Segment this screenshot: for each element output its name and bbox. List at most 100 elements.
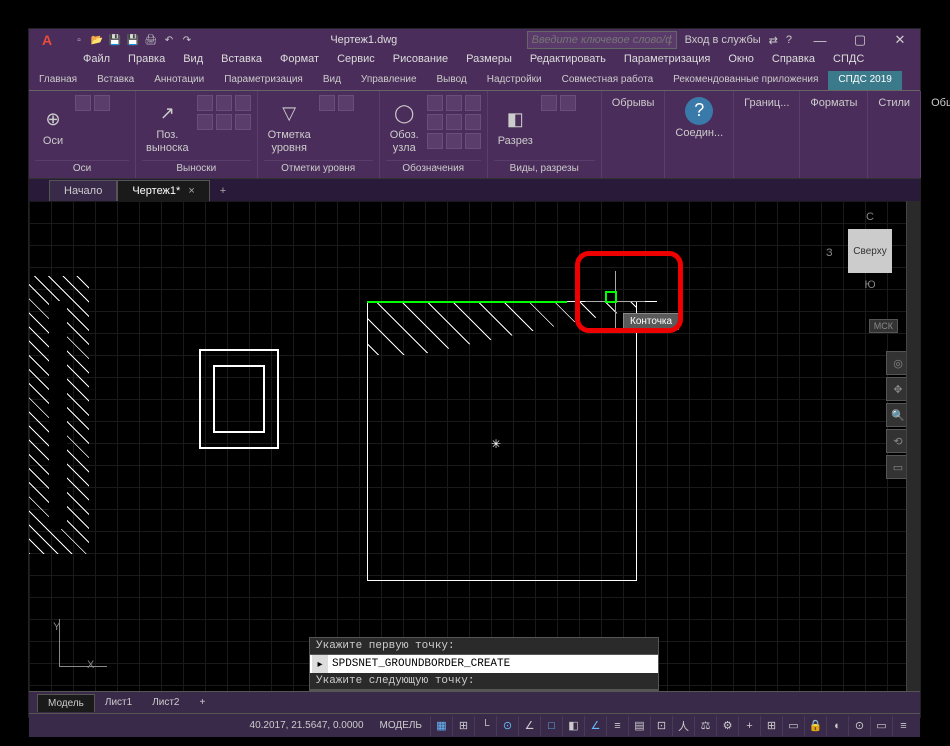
- menu-format[interactable]: Формат: [272, 51, 327, 71]
- 3dosnap-toggle-icon[interactable]: ◧: [562, 716, 584, 736]
- small-btn[interactable]: [75, 95, 91, 111]
- undo-icon[interactable]: ↶: [161, 32, 177, 48]
- save-icon[interactable]: 💾: [107, 32, 123, 48]
- command-line[interactable]: Укажите первую точку: ▸ Укажите следующу…: [309, 637, 659, 691]
- status-model-button[interactable]: МОДЕЛЬ: [372, 718, 430, 733]
- menu-draw[interactable]: Рисование: [385, 51, 456, 71]
- menu-dimension[interactable]: Размеры: [458, 51, 520, 71]
- exchange-icon[interactable]: ⇄: [769, 34, 778, 47]
- compass-south[interactable]: Ю: [830, 279, 910, 291]
- transparency-toggle-icon[interactable]: ▤: [628, 716, 650, 736]
- maximize-button[interactable]: ▢: [840, 29, 880, 51]
- formats-button[interactable]: Форматы: [806, 95, 861, 111]
- small-btn[interactable]: [446, 114, 462, 130]
- styles-button[interactable]: Стили: [874, 95, 914, 111]
- doc-tab-start[interactable]: Начало: [49, 180, 117, 201]
- layout-tab-sheet1[interactable]: Лист1: [95, 694, 142, 711]
- cleanscreen-icon[interactable]: ▭: [870, 716, 892, 736]
- menu-edit[interactable]: Правка: [120, 51, 173, 71]
- leader-button[interactable]: ↗Поз. выноска: [142, 95, 193, 158]
- menu-parametric[interactable]: Параметризация: [616, 51, 718, 71]
- small-btn[interactable]: [197, 114, 213, 130]
- otrack-toggle-icon[interactable]: ∠: [584, 716, 606, 736]
- small-btn[interactable]: [465, 95, 481, 111]
- small-btn[interactable]: [541, 95, 557, 111]
- small-btn[interactable]: [235, 95, 251, 111]
- connections-button[interactable]: ?Соедин...: [671, 95, 727, 141]
- ribbon-tab-home[interactable]: Главная: [29, 71, 87, 90]
- new-tab-button[interactable]: +: [210, 181, 236, 201]
- compass-west[interactable]: З: [826, 247, 833, 259]
- redo-icon[interactable]: ↷: [179, 32, 195, 48]
- menu-window[interactable]: Окно: [720, 51, 762, 71]
- iso-toggle-icon[interactable]: ∠: [518, 716, 540, 736]
- app-menu-icon[interactable]: A: [29, 29, 65, 51]
- small-btn[interactable]: [197, 95, 213, 111]
- borders-button[interactable]: Границ...: [740, 95, 793, 111]
- minimize-button[interactable]: —: [800, 29, 840, 51]
- small-btn[interactable]: [427, 114, 443, 130]
- menu-modify[interactable]: Редактировать: [522, 51, 614, 71]
- small-btn[interactable]: [319, 95, 335, 111]
- lineweight-toggle-icon[interactable]: ≡: [606, 716, 628, 736]
- annoscale-icon[interactable]: ⚖: [694, 716, 716, 736]
- grid-toggle-icon[interactable]: ▦: [430, 716, 452, 736]
- section-button[interactable]: ◧Разрез: [494, 95, 537, 158]
- layout-tab-sheet2[interactable]: Лист2: [142, 694, 189, 711]
- lock-ui-icon[interactable]: 🔒: [804, 716, 826, 736]
- ribbon-tab-parametric[interactable]: Параметризация: [214, 71, 313, 90]
- layout-tab-add[interactable]: +: [190, 694, 216, 711]
- small-btn[interactable]: [216, 95, 232, 111]
- ribbon-tab-manage[interactable]: Управление: [351, 71, 427, 90]
- units-icon[interactable]: ⊞: [760, 716, 782, 736]
- menu-view[interactable]: Вид: [175, 51, 211, 71]
- compass-north[interactable]: С: [830, 211, 910, 223]
- viewcube-top-face[interactable]: Сверху: [848, 229, 892, 273]
- ribbon-tab-view[interactable]: Вид: [313, 71, 351, 90]
- small-btn[interactable]: [235, 114, 251, 130]
- menu-help[interactable]: Справка: [764, 51, 823, 71]
- osnap-toggle-icon[interactable]: □: [540, 716, 562, 736]
- cycling-toggle-icon[interactable]: ⊡: [650, 716, 672, 736]
- annotation-toggle-icon[interactable]: 人: [672, 716, 694, 736]
- small-btn[interactable]: [338, 95, 354, 111]
- close-button[interactable]: ✕: [880, 29, 920, 51]
- ortho-toggle-icon[interactable]: └: [474, 716, 496, 736]
- layout-tab-model[interactable]: Модель: [37, 694, 95, 712]
- small-btn[interactable]: [560, 95, 576, 111]
- ribbon-tab-annotate[interactable]: Аннотации: [144, 71, 214, 90]
- ribbon-tab-featured[interactable]: Рекомендованные приложения: [663, 71, 828, 90]
- menu-tools[interactable]: Сервис: [329, 51, 383, 71]
- customize-icon[interactable]: ≡: [892, 716, 914, 736]
- small-btn[interactable]: [427, 95, 443, 111]
- wcs-label[interactable]: МСК: [869, 319, 898, 333]
- signin-button[interactable]: Вход в службы: [685, 34, 761, 46]
- node-button[interactable]: ◯Обоз. узла: [386, 95, 423, 158]
- menu-spds[interactable]: СПДС: [825, 51, 872, 71]
- menu-insert[interactable]: Вставка: [213, 51, 270, 71]
- new-icon[interactable]: ▫: [71, 32, 87, 48]
- drawing-canvas[interactable]: ✳ Конточка С З В Сверху Ю МСК ◎ ✥ 🔍 ⟲ ▭ …: [29, 201, 920, 691]
- ribbon-tab-addins[interactable]: Надстройки: [477, 71, 552, 90]
- quickprops-icon[interactable]: ▭: [782, 716, 804, 736]
- small-btn[interactable]: [446, 95, 462, 111]
- menu-file[interactable]: Файл: [75, 51, 118, 71]
- plot-icon[interactable]: 🖨: [143, 32, 159, 48]
- search-input[interactable]: [527, 31, 677, 49]
- small-btn[interactable]: [446, 133, 462, 149]
- close-tab-icon[interactable]: ×: [188, 185, 194, 197]
- annomonitor-icon[interactable]: +: [738, 716, 760, 736]
- level-button[interactable]: ▽Отметка уровня: [264, 95, 315, 158]
- viewcube[interactable]: С З В Сверху Ю: [830, 211, 910, 311]
- cmd-prompt-icon[interactable]: ▸: [312, 655, 328, 673]
- small-btn[interactable]: [94, 95, 110, 111]
- isolate-icon[interactable]: ◐: [826, 716, 848, 736]
- saveas-icon[interactable]: 💾: [125, 32, 141, 48]
- vertical-scrollbar[interactable]: [906, 201, 920, 691]
- hardware-icon[interactable]: ⊙: [848, 716, 870, 736]
- axes-button[interactable]: ⊕Оси: [35, 95, 71, 158]
- ribbon-tab-collaborate[interactable]: Совместная работа: [552, 71, 664, 90]
- ribbon-tab-output[interactable]: Вывод: [427, 71, 477, 90]
- ribbon-tab-insert[interactable]: Вставка: [87, 71, 144, 90]
- help-icon[interactable]: ?: [786, 34, 792, 46]
